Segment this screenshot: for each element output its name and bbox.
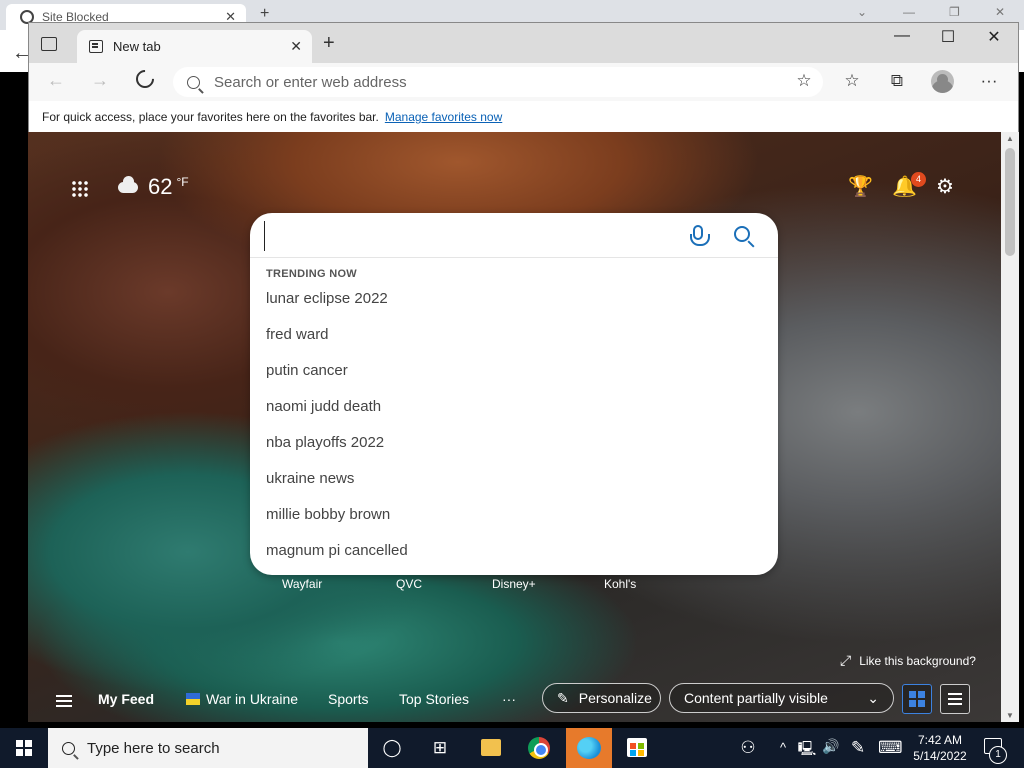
windows-start-icon[interactable] (16, 740, 32, 756)
windows-taskbar: Type here to search ◯ ⊞ ⚇ ^ 🖳 🔊 ✎ ⌨ 7:42… (0, 728, 1024, 768)
taskbar-search-box[interactable]: Type here to search (48, 728, 368, 768)
tab-war-in-ukraine[interactable]: War in Ukraine (186, 691, 298, 707)
personalize-button[interactable]: ✎ Personalize (542, 683, 661, 713)
clock-time: 7:42 AM (917, 733, 963, 747)
quick-link-wayfair[interactable]: Wayfair (282, 577, 322, 591)
microphone-icon[interactable] (690, 225, 710, 246)
system-clock[interactable]: 7:42 AM 5/14/2022 (910, 732, 970, 764)
scroll-down-arrow-icon[interactable]: ▼ (1006, 711, 1014, 720)
action-center-count: 1 (989, 746, 1007, 764)
background-minimize-button[interactable]: — (903, 5, 915, 19)
clock-date: 5/14/2022 (913, 749, 967, 763)
chevron-down-icon: ⌄ (867, 689, 879, 706)
trending-suggestion[interactable]: ukraine news (266, 470, 408, 506)
trending-list: lunar eclipse 2022 fred ward putin cance… (266, 290, 408, 578)
page-settings-gear-icon[interactable]: ⚙ (936, 174, 954, 199)
content-visibility-label: Content partially visible (684, 690, 828, 706)
task-view-icon[interactable]: ⊞ (428, 738, 452, 758)
volume-icon[interactable]: 🔊 (819, 738, 843, 755)
quick-links: Wayfair QVC Disney+ Kohl's (28, 577, 1001, 597)
personalize-label: Personalize (578, 690, 652, 706)
cloud-icon (118, 175, 138, 193)
list-view-icon (948, 698, 962, 700)
background-restore-button[interactable]: ❐ (949, 5, 960, 19)
scroll-up-arrow-icon[interactable]: ▲ (1006, 134, 1014, 143)
expand-arrow-icon: ⤢ (840, 652, 852, 668)
network-icon[interactable]: 🖳 (795, 738, 819, 762)
new-tab-page: 62 °F 🏆 🔔 4 ⚙ TRENDING NOW lunar eclipse… (28, 132, 1001, 722)
app-launcher-icon[interactable] (71, 180, 89, 198)
list-layout-button[interactable] (940, 684, 970, 714)
tab-my-feed[interactable]: My Feed (98, 691, 154, 707)
trending-suggestion[interactable]: magnum pi cancelled (266, 542, 408, 578)
page-scrollbar[interactable]: ▲ ▼ (1001, 132, 1019, 722)
trending-heading: TRENDING NOW (266, 268, 357, 280)
grid-view-icon (909, 691, 925, 707)
edge-icon (577, 737, 601, 759)
ukraine-flag-icon (186, 693, 200, 705)
feed-navigation-bar: My Feed War in Ukraine Sports Top Storie… (28, 677, 1001, 722)
trending-suggestion[interactable]: fred ward (266, 326, 408, 362)
tab-war-in-ukraine-label: War in Ukraine (206, 691, 299, 707)
chrome-icon[interactable] (528, 737, 550, 759)
content-visibility-dropdown[interactable]: Content partially visible ⌄ (669, 683, 894, 713)
background-close-button[interactable]: ✕ (995, 5, 1005, 19)
background-tab-search-icon[interactable]: ⌄ (857, 5, 867, 19)
trending-suggestion[interactable]: naomi judd death (266, 398, 408, 434)
microsoft-store-icon[interactable] (627, 738, 647, 757)
trending-suggestion[interactable]: millie bobby brown (266, 506, 408, 542)
web-search-input[interactable] (264, 221, 684, 251)
keyboard-icon[interactable]: ⌨ (878, 738, 903, 758)
quick-link-disney[interactable]: Disney+ (492, 577, 536, 591)
tab-top-stories[interactable]: Top Stories (399, 691, 469, 707)
trending-suggestion[interactable]: putin cancer (266, 362, 408, 398)
divider (250, 257, 778, 258)
rewards-trophy-icon[interactable]: 🏆 (848, 174, 873, 199)
tab-sports[interactable]: Sports (328, 691, 368, 707)
menu-hamburger-icon[interactable] (56, 695, 72, 697)
people-icon[interactable]: ⚇ (736, 738, 760, 758)
background-new-tab-button[interactable]: + (260, 5, 269, 23)
weather-widget[interactable]: 62 °F (118, 174, 189, 200)
search-submit-icon[interactable] (734, 226, 750, 242)
taskbar-search-icon (62, 741, 75, 755)
page-viewport: 62 °F 🏆 🔔 4 ⚙ TRENDING NOW lunar eclipse… (28, 22, 1019, 722)
temperature-unit: °F (176, 175, 189, 189)
web-search-box: TRENDING NOW lunar eclipse 2022 fred war… (250, 213, 778, 575)
trending-suggestion[interactable]: lunar eclipse 2022 (266, 290, 408, 326)
like-background-button[interactable]: ⤢ Like this background? (840, 652, 976, 669)
file-explorer-icon[interactable] (481, 739, 501, 756)
taskbar-search-placeholder: Type here to search (87, 739, 220, 757)
scrollbar-thumb[interactable] (1005, 148, 1015, 256)
pencil-icon: ✎ (557, 689, 569, 706)
pen-icon[interactable]: ✎ (846, 738, 870, 758)
like-background-label: Like this background? (859, 653, 976, 668)
cortana-icon[interactable]: ◯ (380, 738, 404, 758)
more-tabs-button[interactable]: ··· (502, 691, 516, 707)
temperature: 62 (148, 174, 173, 199)
trending-suggestion[interactable]: nba playoffs 2022 (266, 434, 408, 470)
tray-expand-icon[interactable]: ^ (771, 740, 795, 755)
quick-link-qvc[interactable]: QVC (396, 577, 422, 591)
grid-layout-button[interactable] (902, 684, 932, 714)
quick-link-kohls[interactable]: Kohl's (604, 577, 636, 591)
notification-badge: 4 (911, 172, 926, 187)
